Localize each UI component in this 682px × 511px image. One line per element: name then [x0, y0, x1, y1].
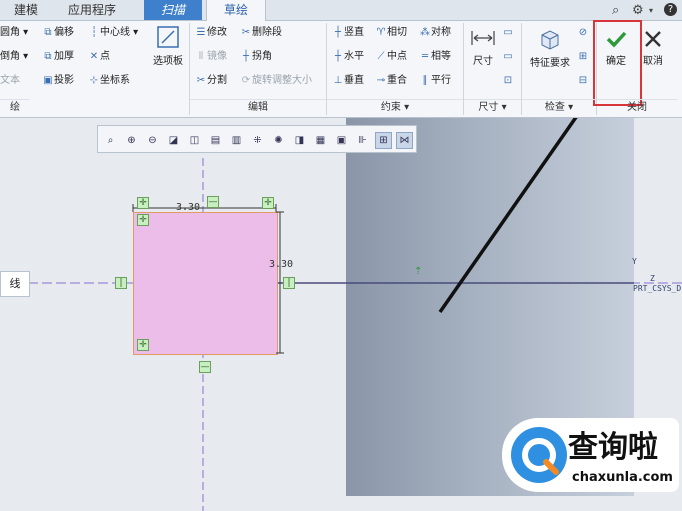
tab-sketch[interactable]: 草绘 [206, 0, 266, 21]
midpoint-constraint-button[interactable]: ⟋ 中点 [375, 50, 408, 64]
chamfer-button[interactable]: 倒角 ▾ [0, 50, 28, 64]
coincident-icon: ⊸ [376, 75, 386, 86]
divide-icon: ✂ [196, 75, 206, 86]
feature-requirements-icon [541, 30, 559, 50]
palette-icon [157, 26, 179, 48]
dimension-icon [471, 31, 495, 45]
parallel-icon: ∥ [422, 75, 428, 86]
logo-q-icon [511, 427, 567, 483]
ribbon-tab-bar: 建模 应用程序 扫描 草绘 ⌕ ⚙ ▾ ? [0, 0, 682, 21]
horizontal-icon: ┼ [334, 51, 342, 62]
mirror-icon: ⫴ [198, 51, 204, 62]
mirror-button[interactable]: ⫴ 镜像 [195, 50, 227, 64]
ribbon-panel: 圆角 ▾ 倒角 ▾ 文本 ⧉ 偏移 ⧉ 加厚 ▣投影 ┆ 中心线 ▾ ✕ 点 ⊹ 坐标系 … [0, 20, 682, 118]
dim-tool-2-icon[interactable]: ▭ [502, 50, 514, 64]
parallel-constraint-button[interactable]: ∥ 平行 [419, 74, 452, 88]
offset-icon: ⧉ [44, 27, 52, 38]
palette-button[interactable]: 选项板 [150, 25, 186, 67]
watermark-logo: 查询啦 chaxunla.com [502, 418, 679, 492]
equal-icon: ═ [421, 51, 429, 62]
cancel-button[interactable]: 取消 [638, 29, 668, 67]
text-button[interactable]: 文本 [0, 74, 20, 88]
dimension-button[interactable]: 尺寸 [468, 27, 498, 67]
tab-applications[interactable]: 应用程序 [56, 0, 128, 20]
tab-sweep[interactable]: 扫描 [144, 0, 202, 20]
feature-requirements-button[interactable]: 特征要求 [527, 27, 573, 69]
delete-segment-button[interactable]: ✂ 删除段 [240, 26, 282, 40]
group-label-editing: 编辑 [190, 99, 326, 116]
group-label-sketch: 绘 [0, 99, 30, 116]
search-icon[interactable]: ⌕ [612, 3, 619, 18]
point-button[interactable]: ✕ 点 [88, 50, 110, 64]
group-label-close: 关闭 [597, 99, 677, 116]
delete-segment-icon: ✂ [241, 27, 251, 38]
inspect-tool-3-icon[interactable]: ⊟ [577, 74, 589, 88]
project-button[interactable]: ▣投影 [42, 74, 74, 88]
ok-button-highlight [593, 20, 642, 106]
modify-icon: ☰ [196, 27, 206, 38]
chevron-down-icon[interactable]: ▾ [649, 6, 653, 15]
centerline-button[interactable]: ┆ 中心线 ▾ [88, 26, 138, 40]
perpendicular-icon: ⊥ [333, 75, 343, 86]
tangent-icon: ♈ [376, 27, 386, 38]
dim-tool-3-icon[interactable]: ⊡ [502, 74, 514, 88]
csys-icon: ⊹ [89, 75, 99, 86]
thicken-button[interactable]: ⧉ 加厚 [42, 50, 74, 64]
symmetric-icon: ⁂ [420, 27, 430, 38]
offset-button[interactable]: ⧉ 偏移 [42, 26, 74, 40]
tangent-constraint-button[interactable]: ♈ 相切 [375, 26, 407, 40]
inspect-tool-1-icon[interactable]: ⊘ [577, 26, 589, 40]
corner-button[interactable]: ┼ 拐角 [240, 50, 272, 64]
rotate-resize-button[interactable]: ⟳ 旋转调整大小 [240, 74, 312, 88]
modify-button[interactable]: ☰ 修改 [195, 26, 227, 40]
tab-model[interactable]: 建模 [0, 0, 52, 20]
logo-domain: chaxunla.com [572, 470, 673, 485]
help-icon[interactable]: ? [664, 3, 677, 16]
fillet-button[interactable]: 圆角 ▾ [0, 26, 28, 40]
close-icon [645, 31, 661, 47]
vertical-icon: ┼ [334, 27, 342, 38]
perpendicular-constraint-button[interactable]: ⊥ 垂直 [332, 74, 364, 88]
point-icon: ✕ [89, 51, 99, 62]
dim-tool-1-icon[interactable]: ▭ [502, 26, 514, 40]
midpoint-icon: ⟋ [377, 51, 385, 62]
thicken-icon: ⧉ [44, 51, 52, 62]
vertical-constraint-button[interactable]: ┼ 竖直 [332, 26, 364, 40]
rotate-icon: ⟳ [241, 75, 251, 86]
group-label-inspect: 检查 ▾ [522, 99, 596, 116]
equal-constraint-button[interactable]: ═ 相等 [419, 50, 451, 64]
csys-button[interactable]: ⊹ 坐标系 [88, 74, 130, 88]
centerline-icon: ┆ [90, 27, 98, 38]
group-label-constrain: 约束 ▾ [327, 99, 463, 116]
logo-title: 查询啦 [568, 430, 658, 465]
group-label-dimension: 尺寸 ▾ [464, 99, 521, 116]
project-icon: ▣ [43, 75, 53, 86]
inspect-tool-2-icon[interactable]: ⊞ [577, 50, 589, 64]
corner-icon: ┼ [242, 51, 250, 62]
divide-button[interactable]: ✂ 分割 [195, 74, 227, 88]
symmetric-constraint-button[interactable]: ⁂对称 [419, 26, 451, 40]
coincident-constraint-button[interactable]: ⊸ 重合 [375, 74, 407, 88]
settings-icon[interactable]: ⚙ [632, 3, 644, 18]
horizontal-constraint-button[interactable]: ┼ 水平 [332, 50, 364, 64]
